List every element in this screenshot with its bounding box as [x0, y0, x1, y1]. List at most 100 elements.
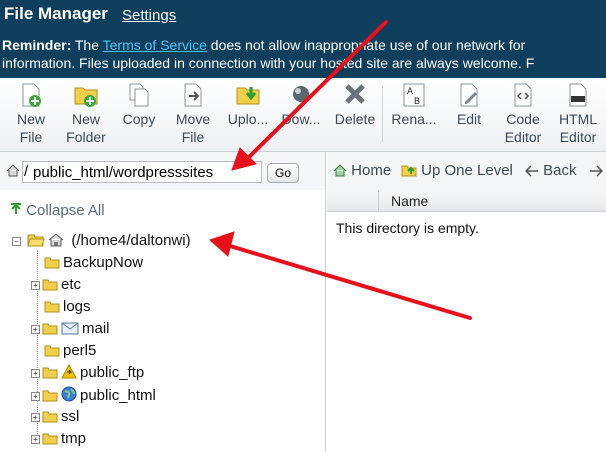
expand-toggle[interactable]: +	[31, 325, 40, 334]
home-icon	[48, 233, 64, 247]
tree-item-label: public_ftp	[80, 364, 145, 381]
reminder-text-1: The	[71, 37, 103, 53]
file-list-header: Name	[327, 190, 606, 212]
code-editor-icon	[514, 83, 532, 107]
name-column-header[interactable]: Name	[391, 193, 428, 209]
file-list-panel: Name This directory is empty.	[327, 190, 606, 452]
copy-button[interactable]: Copy	[111, 82, 167, 128]
tree-item-label: BackupNow	[63, 254, 144, 271]
tree-root[interactable]: − (/home4/daltonwi)	[12, 232, 191, 249]
folder-icon	[44, 257, 60, 269]
home-nav-button[interactable]: Home	[333, 162, 391, 179]
settings-link[interactable]: Settings	[122, 7, 176, 24]
move-file-button[interactable]: Move File	[165, 82, 221, 146]
delete-button[interactable]: Delete	[327, 82, 383, 128]
expand-toggle[interactable]: +	[31, 392, 40, 401]
new-folder-icon	[74, 87, 98, 107]
folder-icon	[42, 279, 58, 291]
toolbar-divider	[382, 86, 383, 142]
reminder-label: Reminder:	[2, 37, 72, 53]
tree-item-perl5[interactable]: perl5	[44, 342, 96, 359]
folder-icon	[44, 301, 60, 313]
folder-icon	[42, 367, 58, 379]
tree-item-label: mail	[82, 320, 110, 337]
reminder-text-2: does not allow inappropriate use of our …	[206, 37, 526, 53]
new-folder-button[interactable]: New Folder	[58, 82, 114, 146]
path-bar: / Go	[0, 152, 326, 190]
new-folder-label-2: Folder	[66, 129, 106, 145]
upload-icon	[236, 87, 260, 105]
tree-item-label: ssl	[61, 408, 80, 425]
header-bar: File Manager Settings Reminder: The Term…	[0, 0, 606, 78]
rename-label: Rena...	[391, 111, 437, 127]
tree-item-ssl[interactable]: + ssl	[31, 408, 79, 425]
forward-button[interactable]	[589, 162, 604, 179]
tree-item-label: perl5	[63, 342, 97, 359]
download-label: Dow...	[281, 111, 321, 127]
folder-icon	[44, 345, 60, 357]
svg-text:B: B	[414, 96, 420, 106]
new-folder-label-1: New	[71, 111, 100, 127]
tree-item-mail[interactable]: + mail	[31, 320, 110, 337]
ftp-icon	[61, 364, 77, 379]
envelope-icon	[61, 322, 79, 335]
download-button[interactable]: Dow...	[273, 82, 329, 128]
back-arrow-icon	[524, 165, 538, 177]
code-editor-label-2: Editor	[504, 129, 542, 145]
new-file-button[interactable]: New File	[3, 82, 59, 146]
go-button[interactable]: Go	[267, 163, 299, 183]
collapse-toggle[interactable]: −	[12, 237, 21, 246]
edit-icon	[460, 83, 478, 107]
tree-item-public-html[interactable]: + public_html	[31, 386, 156, 404]
expand-toggle[interactable]: +	[31, 413, 40, 422]
empty-directory-message: This directory is empty.	[336, 220, 479, 236]
upload-button[interactable]: Uplo...	[220, 82, 276, 128]
svg-text:A: A	[407, 86, 413, 96]
html-editor-button[interactable]: HTML Editor	[550, 82, 606, 146]
tree-item-backupnow[interactable]: BackupNow	[44, 254, 143, 271]
upload-label: Uplo...	[227, 111, 269, 127]
directory-tree: Collapse All − (/home4/daltonwi) BackupN…	[0, 190, 326, 452]
html-editor-icon	[569, 83, 587, 107]
tree-item-tmp[interactable]: + tmp	[31, 430, 86, 447]
code-editor-button[interactable]: Code Editor	[495, 82, 551, 146]
rename-button[interactable]: AB Rena...	[386, 82, 442, 128]
collapse-all-button[interactable]: Collapse All	[10, 202, 105, 219]
expand-toggle[interactable]: +	[31, 435, 40, 444]
folder-icon	[42, 411, 58, 423]
toolbar: New File New Folder Copy Move File Uplo.…	[0, 78, 606, 152]
globe-icon	[61, 386, 77, 402]
expand-toggle[interactable]: +	[31, 369, 40, 378]
tree-item-label: public_html	[80, 387, 156, 404]
tree-item-etc[interactable]: + etc	[31, 276, 81, 293]
tree-item-label: tmp	[61, 430, 87, 447]
folder-icon	[42, 323, 58, 335]
move-file-label-1: Move	[175, 111, 211, 127]
html-editor-label-1: HTML	[558, 111, 598, 127]
expand-toggle[interactable]: +	[31, 281, 40, 290]
back-button[interactable]: Back	[524, 162, 577, 179]
terms-of-service-link[interactable]: Terms of Service	[103, 37, 207, 53]
copy-icon	[129, 83, 149, 107]
reminder-text-3: information. Files uploaded in connectio…	[2, 55, 535, 71]
new-file-label-1: New	[16, 111, 45, 127]
collapse-all-label: Collapse All	[26, 202, 105, 219]
up-one-level-button[interactable]: Up One Level	[401, 162, 513, 179]
tree-item-logs[interactable]: logs	[44, 298, 91, 315]
collapse-icon	[11, 203, 21, 214]
move-file-label-2: File	[181, 129, 205, 145]
delete-label: Delete	[334, 111, 376, 127]
home-nav-label: Home	[351, 162, 392, 179]
reminder-banner: Reminder: The Terms of Service does not …	[2, 36, 606, 72]
tree-item-label: etc	[61, 276, 82, 293]
up-folder-icon	[401, 165, 417, 177]
tree-item-public-ftp[interactable]: + public_ftp	[31, 364, 144, 381]
new-file-label-2: File	[19, 129, 43, 145]
rename-icon: AB	[403, 83, 425, 107]
html-editor-label-2: Editor	[559, 129, 597, 145]
path-input[interactable]	[22, 161, 262, 183]
edit-button[interactable]: Edit	[441, 82, 497, 128]
open-folder-icon	[27, 234, 45, 247]
forward-arrow-icon	[590, 165, 604, 177]
select-column-header[interactable]	[327, 190, 379, 212]
